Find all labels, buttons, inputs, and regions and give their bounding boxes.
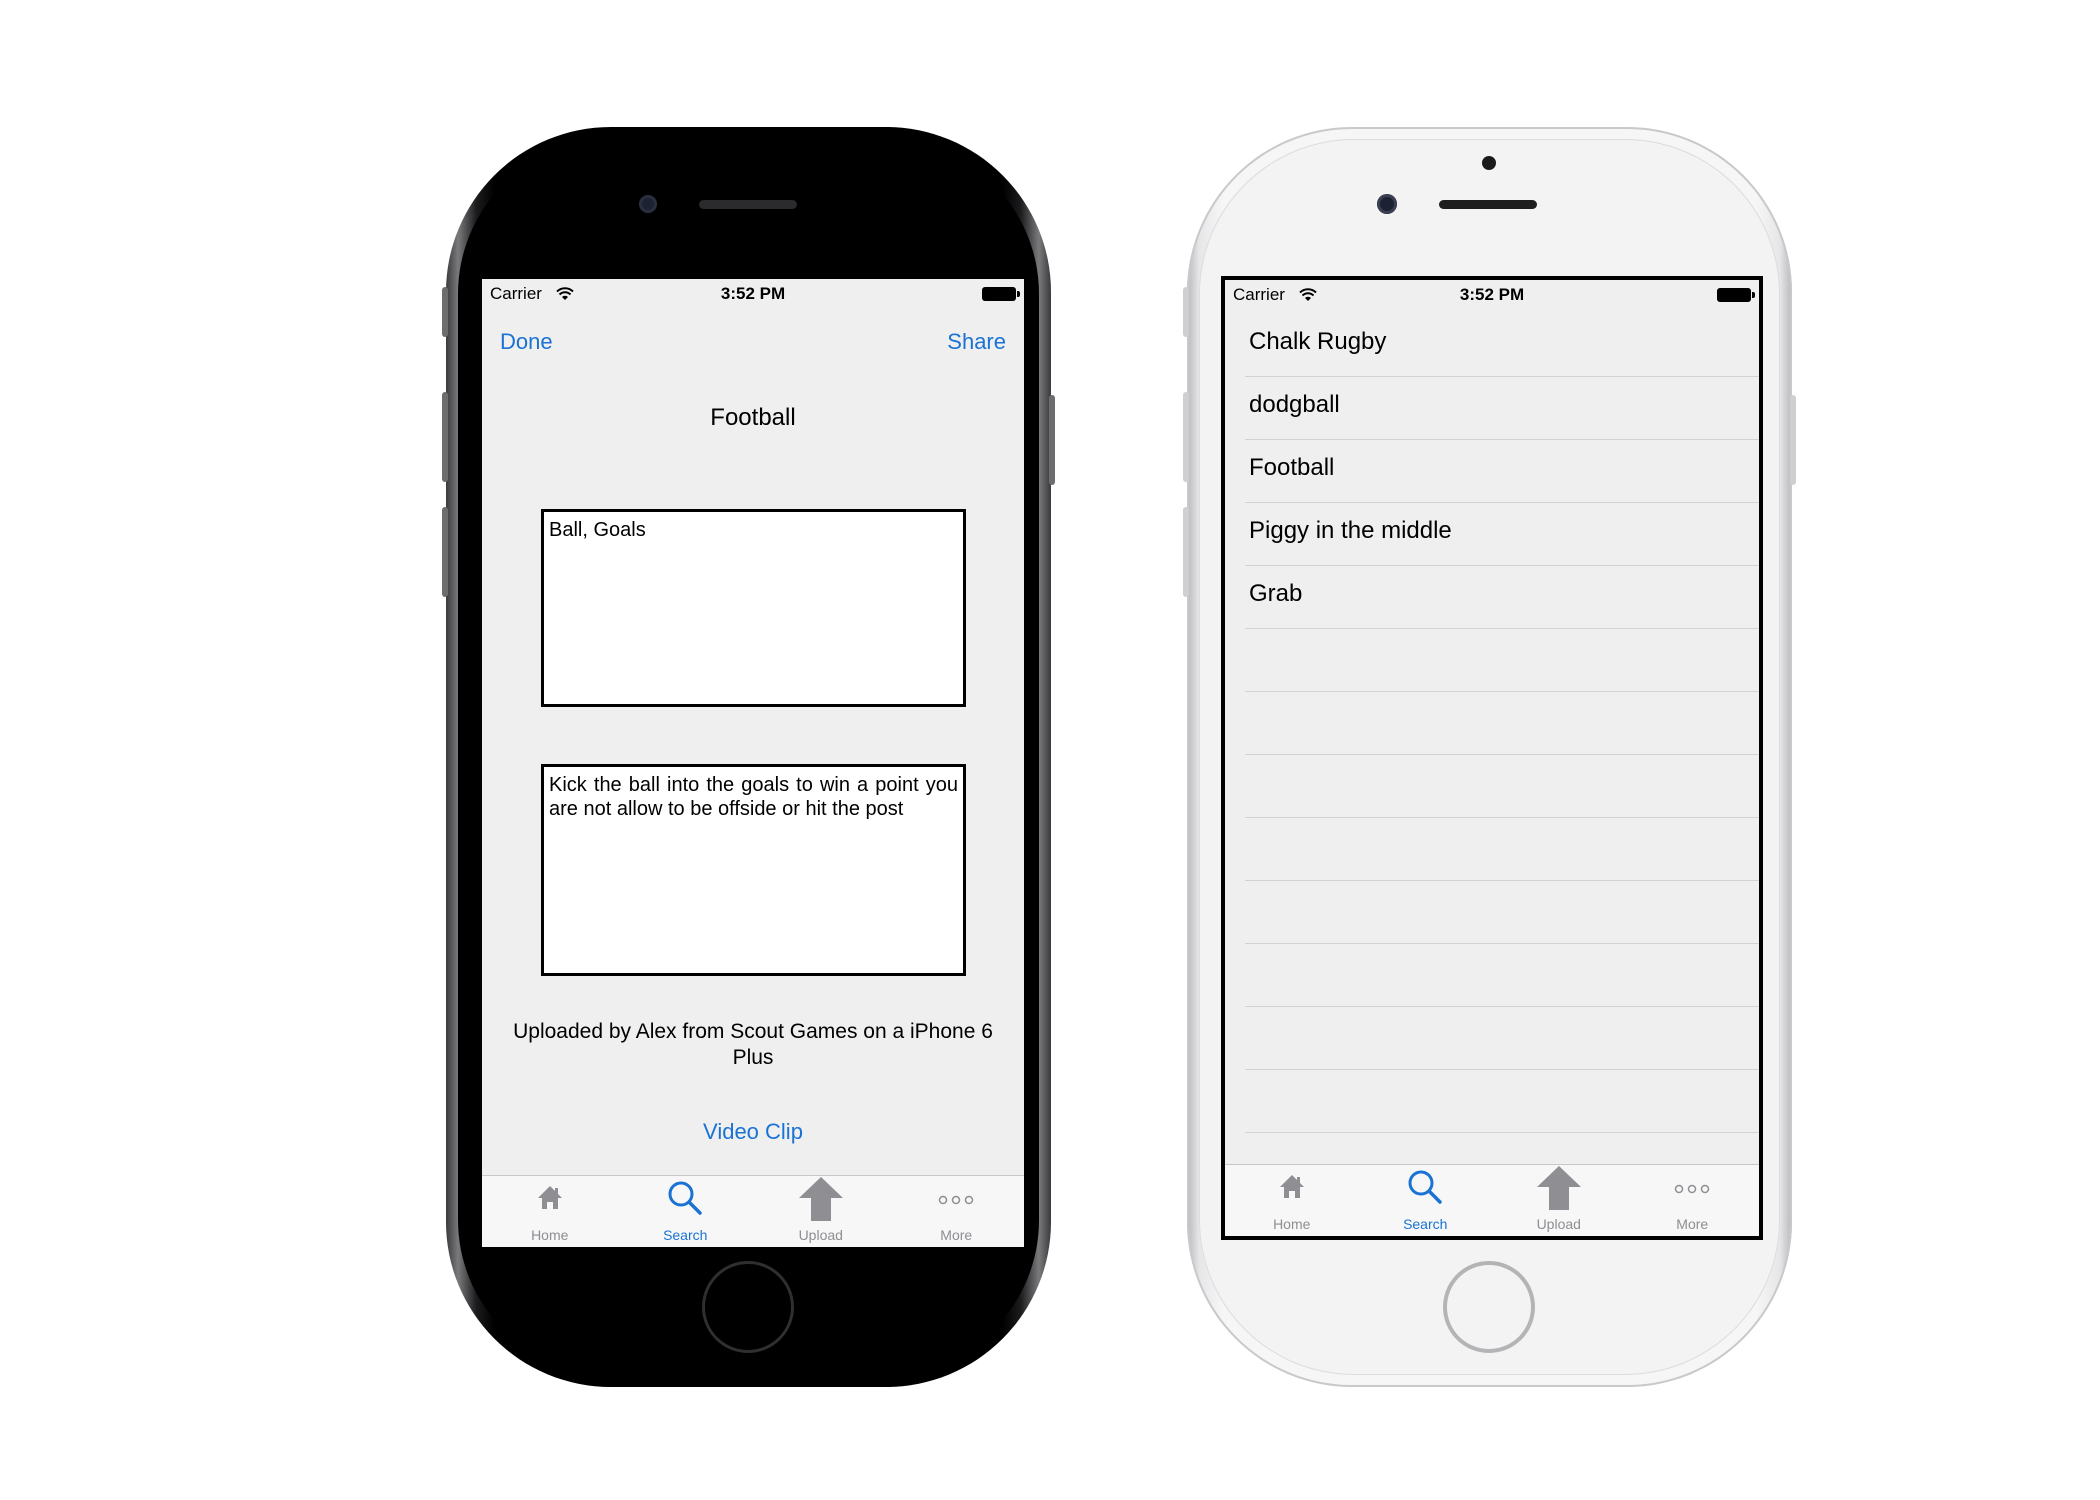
list-item[interactable]: Grab (1245, 566, 1759, 629)
power-button (1790, 395, 1796, 485)
power-button (1049, 395, 1055, 485)
status-time: 3:52 PM (720, 284, 786, 303)
list-item[interactable]: dodgball (1245, 377, 1759, 440)
empty-row (1245, 881, 1759, 944)
volume-down-button (442, 507, 448, 597)
video-clip-button[interactable]: Video Clip (482, 1119, 1024, 1145)
tab-upload[interactable]: Upload (1492, 1165, 1626, 1236)
volume-up-button (1183, 392, 1189, 482)
empty-row (1245, 818, 1759, 881)
list-item-label: dodgball (1249, 391, 1340, 418)
empty-row (1245, 629, 1759, 692)
list-item-label: Football (1249, 454, 1335, 481)
tab-upload-label: Upload (798, 1227, 843, 1243)
empty-row (1245, 1007, 1759, 1070)
mute-switch (1183, 287, 1189, 337)
tab-search[interactable]: Search (1359, 1165, 1493, 1236)
games-list: Chalk Rugby dodgball Football Piggy in t… (1225, 314, 1759, 1133)
tab-more[interactable]: More (1626, 1165, 1760, 1236)
empty-row (1245, 692, 1759, 755)
battery-icon (982, 287, 1020, 301)
upload-arrow-icon (1536, 1165, 1582, 1216)
rules-textbox[interactable]: Kick the ball into the goals to win a po… (541, 764, 966, 976)
tab-home-label: Home (531, 1227, 569, 1243)
status-bar: Carrier 3:52 PM (1225, 280, 1759, 310)
list-item-label: Piggy in the middle (1249, 517, 1452, 544)
upload-arrow-icon (798, 1176, 844, 1227)
front-camera (639, 195, 657, 213)
list-item[interactable]: Football (1245, 440, 1759, 503)
list-item[interactable]: Chalk Rugby (1245, 314, 1759, 377)
empty-row (1245, 755, 1759, 818)
more-dots-icon (1674, 1181, 1710, 1199)
more-dots-icon (938, 1192, 974, 1210)
empty-row (1245, 944, 1759, 1007)
game-title: Football (710, 404, 796, 431)
tab-home-label: Home (1273, 1216, 1311, 1232)
tab-more-label: More (1676, 1216, 1709, 1232)
games-list-screen: Carrier 3:52 PM Chalk Rugby dodgball Foo… (1221, 276, 1763, 1240)
volume-down-button (1183, 507, 1189, 597)
uploaded-by-text: Uploaded by Alex from Scout Games on a i… (513, 1020, 993, 1069)
tab-upload[interactable]: Upload (753, 1176, 889, 1247)
list-item-label: Chalk Rugby (1249, 328, 1387, 355)
tab-upload-label: Upload (1536, 1216, 1581, 1232)
home-icon (1277, 1171, 1307, 1206)
share-button[interactable]: Share (947, 329, 1006, 355)
tab-more-label: More (940, 1227, 973, 1243)
proximity-sensor (1482, 156, 1496, 170)
earpiece-speaker (699, 200, 797, 209)
tab-search[interactable]: Search (618, 1176, 754, 1247)
detail-screen: Carrier 3:52 PM Done Share Football Ball… (482, 279, 1024, 1247)
list-item[interactable]: Piggy in the middle (1245, 503, 1759, 566)
front-camera (1377, 194, 1397, 214)
done-button[interactable]: Done (500, 329, 553, 355)
tab-home[interactable]: Home (482, 1176, 618, 1247)
battery-icon (1717, 288, 1755, 302)
status-time: 3:52 PM (1459, 285, 1525, 304)
status-bar: Carrier 3:52 PM (482, 279, 1024, 309)
empty-row (1245, 1070, 1759, 1133)
list-item-label: Grab (1249, 580, 1303, 607)
home-button[interactable] (1443, 1261, 1535, 1353)
home-icon (535, 1182, 565, 1217)
tab-bar: Home Search Upload More (1225, 1164, 1759, 1236)
phone-dark: Carrier 3:52 PM Done Share Football Ball… (442, 127, 1055, 1387)
mute-switch (442, 287, 448, 337)
phone-light: Carrier 3:52 PM Chalk Rugby dodgball Foo… (1183, 127, 1796, 1387)
tab-more[interactable]: More (889, 1176, 1025, 1247)
tab-search-label: Search (1403, 1216, 1448, 1232)
tab-search-label: Search (663, 1227, 708, 1243)
home-button[interactable] (702, 1261, 794, 1353)
search-icon (1405, 1167, 1445, 1212)
earpiece-speaker (1439, 200, 1537, 209)
volume-up-button (442, 392, 448, 482)
tab-bar: Home Search Upload More (482, 1175, 1024, 1247)
search-icon (665, 1178, 705, 1223)
tab-home[interactable]: Home (1225, 1165, 1359, 1236)
equipment-textbox[interactable]: Ball, Goals (541, 509, 966, 707)
